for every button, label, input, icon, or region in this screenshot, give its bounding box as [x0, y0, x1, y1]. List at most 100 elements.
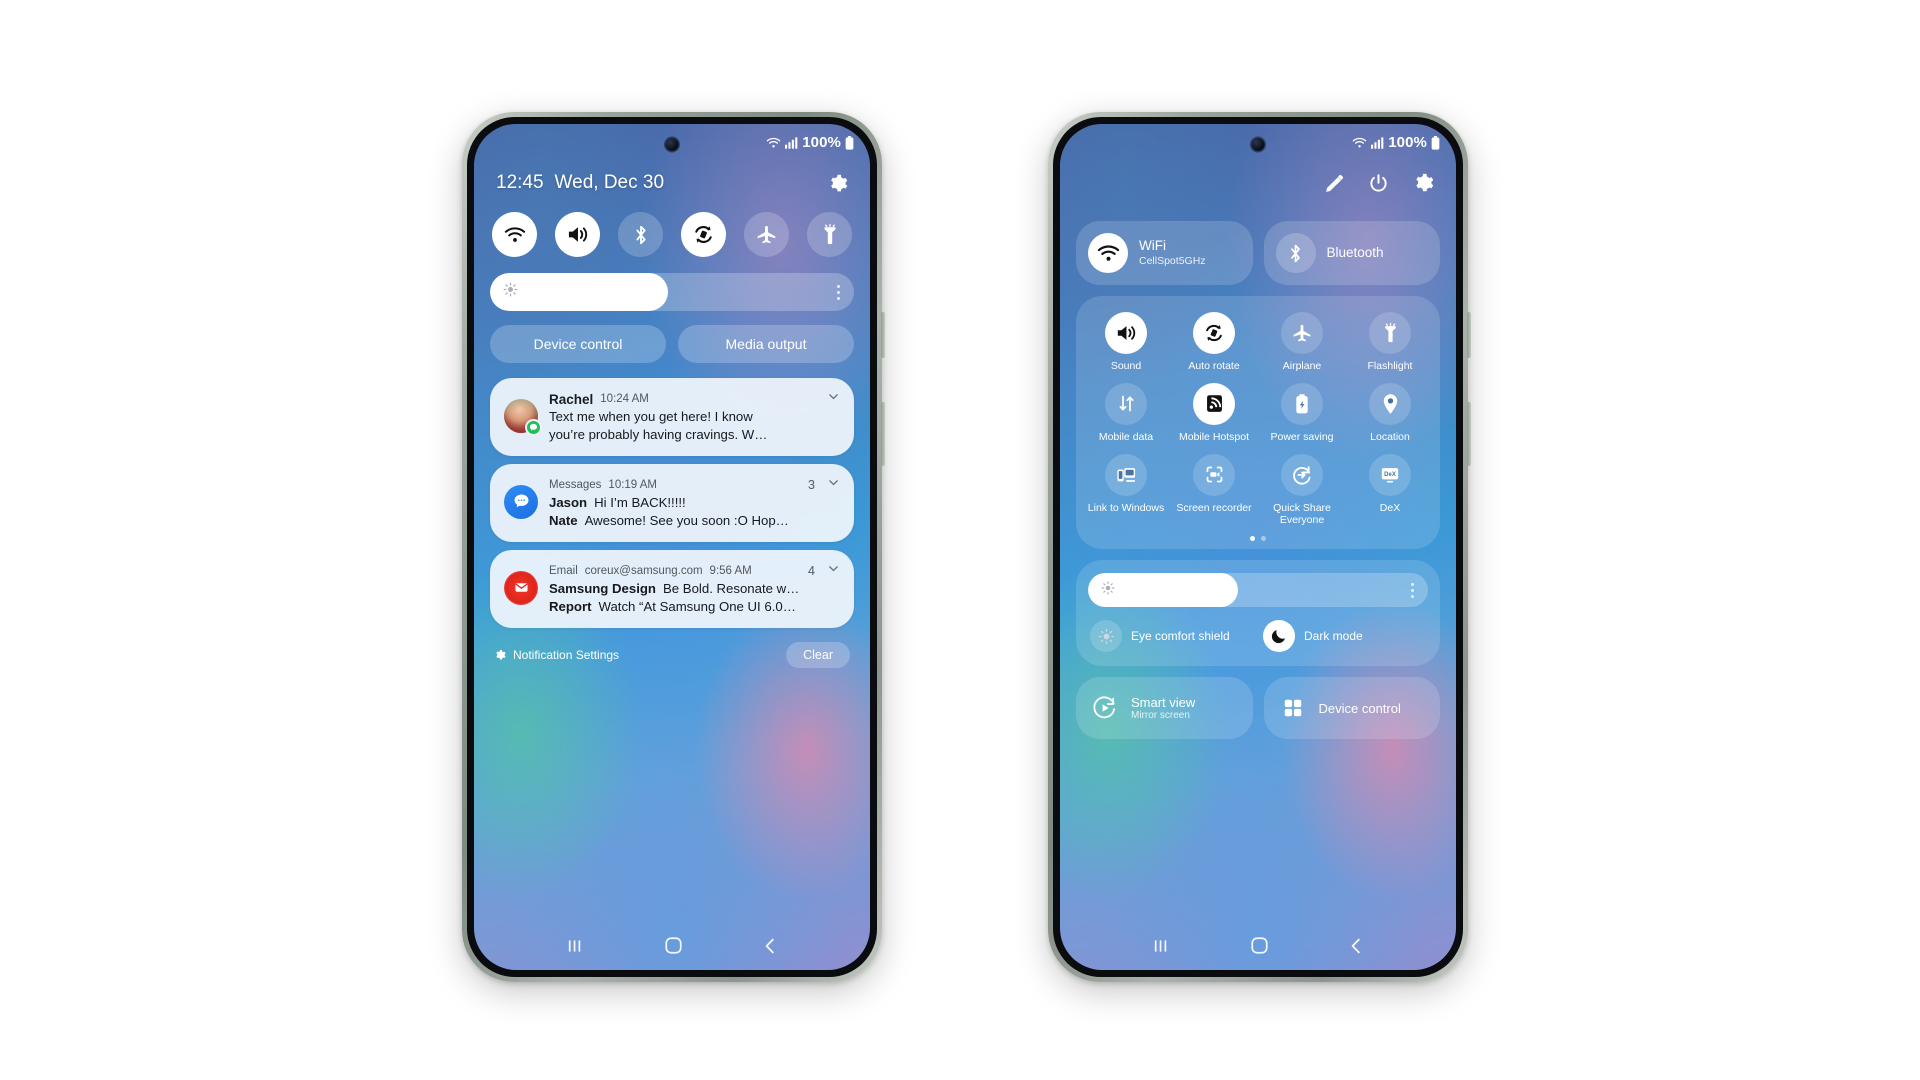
- more-vertical-icon[interactable]: [1411, 582, 1414, 598]
- email-app-icon: [504, 570, 538, 605]
- notification-count: 3: [808, 477, 815, 492]
- quick-toggle-sound[interactable]: [555, 212, 600, 257]
- recents-icon[interactable]: [566, 938, 585, 959]
- dex-icon: DeX: [1369, 453, 1411, 496]
- tile-airplane[interactable]: Airplane: [1258, 312, 1346, 373]
- back-icon[interactable]: [1348, 937, 1364, 960]
- gear-icon[interactable]: [827, 173, 848, 194]
- media-output-label: Media output: [725, 336, 807, 352]
- eye-comfort-shield-toggle[interactable]: Eye comfort shield: [1090, 620, 1253, 653]
- brightness-slider[interactable]: [490, 273, 854, 311]
- eye-comfort-icon: [1090, 620, 1122, 653]
- notification-header: Email coreux@samsung.com 9:56 AM 4: [549, 562, 840, 580]
- media-output-pill[interactable]: Media output: [678, 325, 854, 363]
- notification-time: 9:56 AM: [709, 564, 752, 577]
- power-button-right-phone[interactable]: [1467, 402, 1471, 466]
- notification-settings-button[interactable]: Notification Settings: [494, 648, 619, 662]
- chevron-down-icon[interactable]: [827, 476, 840, 494]
- tile-mobile-data[interactable]: Mobile data: [1082, 382, 1170, 444]
- hotspot-icon: [1193, 382, 1235, 425]
- chevron-down-icon[interactable]: [827, 390, 840, 408]
- page-indicator: [1082, 536, 1434, 542]
- clock-date-row: 12:45 Wed, Dec 30: [496, 172, 664, 194]
- home-icon[interactable]: [664, 936, 683, 960]
- notification-card-rachel[interactable]: Rachel 10:24 AM Text me when you get her…: [490, 378, 854, 456]
- tile-power-saving[interactable]: Power saving: [1258, 382, 1346, 444]
- wifi-pill[interactable]: WiFi CellSpot5GHz: [1076, 221, 1253, 285]
- tile-flashlight[interactable]: Flashlight: [1346, 312, 1434, 373]
- notification-count: 4: [808, 563, 815, 578]
- device-control-button[interactable]: Device control: [1263, 677, 1440, 740]
- smart-view-title: Smart view: [1131, 695, 1196, 711]
- more-vertical-icon[interactable]: [837, 284, 840, 300]
- volume-icon: [1105, 312, 1147, 354]
- tile-location[interactable]: Location: [1346, 382, 1434, 444]
- tile-auto-rotate[interactable]: Auto rotate: [1170, 312, 1258, 373]
- volume-button-right-phone[interactable]: [1467, 312, 1471, 358]
- tile-link-to-windows[interactable]: Link to Windows: [1082, 453, 1170, 528]
- tile-label: Mobile Hotspot: [1178, 430, 1250, 443]
- device-control-pill[interactable]: Device control: [490, 325, 666, 363]
- notification-line: Samsung Design Be Bold. Resonate w…: [549, 580, 840, 598]
- power-button-left-phone[interactable]: [881, 402, 885, 466]
- notification-line-text: Awesome! See you soon :O Hop…: [584, 512, 789, 528]
- clear-button[interactable]: Clear: [786, 641, 850, 668]
- connection-pill-row: WiFi CellSpot5GHz Bluetooth: [1076, 221, 1440, 285]
- brightness-sun-icon: [1101, 581, 1115, 600]
- page-dot[interactable]: [1250, 536, 1255, 542]
- quick-toggle-auto-rotate[interactable]: [681, 212, 726, 257]
- display-modes-row: Eye comfort shield Dark mode: [1088, 620, 1428, 653]
- tile-dex[interactable]: DeX DeX: [1346, 453, 1434, 528]
- battery-saver-icon: [1281, 382, 1323, 425]
- quick-tiles-grid: Sound Auto rotate Airplane Flashlight Mo…: [1082, 312, 1434, 527]
- notification-body: Messages 10:19 AM 3 Jason Hi I’m BACK!!!!…: [549, 476, 840, 530]
- home-icon[interactable]: [1250, 936, 1269, 960]
- flashlight-icon: [1369, 312, 1411, 354]
- recents-icon[interactable]: [1152, 938, 1171, 959]
- clear-label: Clear: [803, 647, 833, 662]
- grid-icon: [1277, 692, 1309, 724]
- notification-line-sender: Nate: [549, 512, 578, 528]
- tile-label: Screen recorder: [1176, 501, 1252, 514]
- smart-view-button[interactable]: Smart view Mirror screen: [1076, 677, 1253, 740]
- brightness-slider[interactable]: [1088, 573, 1428, 608]
- eye-comfort-label: Eye comfort shield: [1131, 629, 1230, 644]
- shade-time: 12:45: [496, 172, 544, 193]
- notification-time: 10:24 AM: [600, 393, 649, 405]
- moon-icon: [1263, 620, 1295, 653]
- back-icon[interactable]: [762, 937, 778, 960]
- messages-badge-icon: [525, 419, 542, 436]
- volume-button-left-phone[interactable]: [881, 312, 885, 358]
- notification-card-email[interactable]: Email coreux@samsung.com 9:56 AM 4 Samsu…: [490, 549, 854, 628]
- page-dot[interactable]: [1261, 536, 1266, 542]
- bluetooth-title: Bluetooth: [1326, 244, 1384, 260]
- edit-pencil-icon[interactable]: [1324, 173, 1345, 199]
- volume-icon: [568, 227, 588, 242]
- dark-mode-toggle[interactable]: Dark mode: [1263, 620, 1426, 653]
- avatar: [504, 399, 542, 436]
- shade-header: 12:45 Wed, Dec 30: [490, 172, 854, 194]
- device-control-title: Device control: [1318, 700, 1401, 716]
- bluetooth-pill[interactable]: Bluetooth: [1263, 221, 1440, 285]
- quick-toggle-airplane[interactable]: [744, 212, 789, 257]
- tile-quick-share[interactable]: Quick Share Everyone: [1258, 453, 1346, 528]
- bluetooth-icon: [1275, 233, 1316, 273]
- tile-mobile-hotspot[interactable]: Mobile Hotspot: [1170, 382, 1258, 444]
- phone-bezel-right: 100% WiFi CellSpot5GHz Bluetooth Sound A…: [1053, 117, 1463, 977]
- navigation-bar-left: [474, 936, 870, 960]
- dark-mode-label: Dark mode: [1304, 629, 1363, 644]
- gear-icon[interactable]: [1412, 172, 1434, 199]
- tile-screen-recorder[interactable]: Screen recorder: [1170, 453, 1258, 528]
- quick-toggle-row: [490, 212, 854, 257]
- tile-label: Link to Windows: [1087, 501, 1165, 514]
- notification-card-messages[interactable]: Messages 10:19 AM 3 Jason Hi I’m BACK!!!!…: [490, 463, 854, 542]
- quick-toggle-bluetooth[interactable]: [618, 212, 663, 257]
- chevron-down-icon[interactable]: [827, 562, 840, 580]
- tile-label: Auto rotate: [1188, 360, 1240, 372]
- quick-toggle-flashlight[interactable]: [807, 212, 852, 257]
- tile-sound[interactable]: Sound: [1082, 312, 1170, 373]
- quick-toggle-wifi[interactable]: [492, 212, 537, 257]
- tile-label: Sound: [1110, 360, 1142, 372]
- power-icon[interactable]: [1368, 173, 1389, 199]
- shade-pill-row: Device control Media output: [490, 325, 854, 363]
